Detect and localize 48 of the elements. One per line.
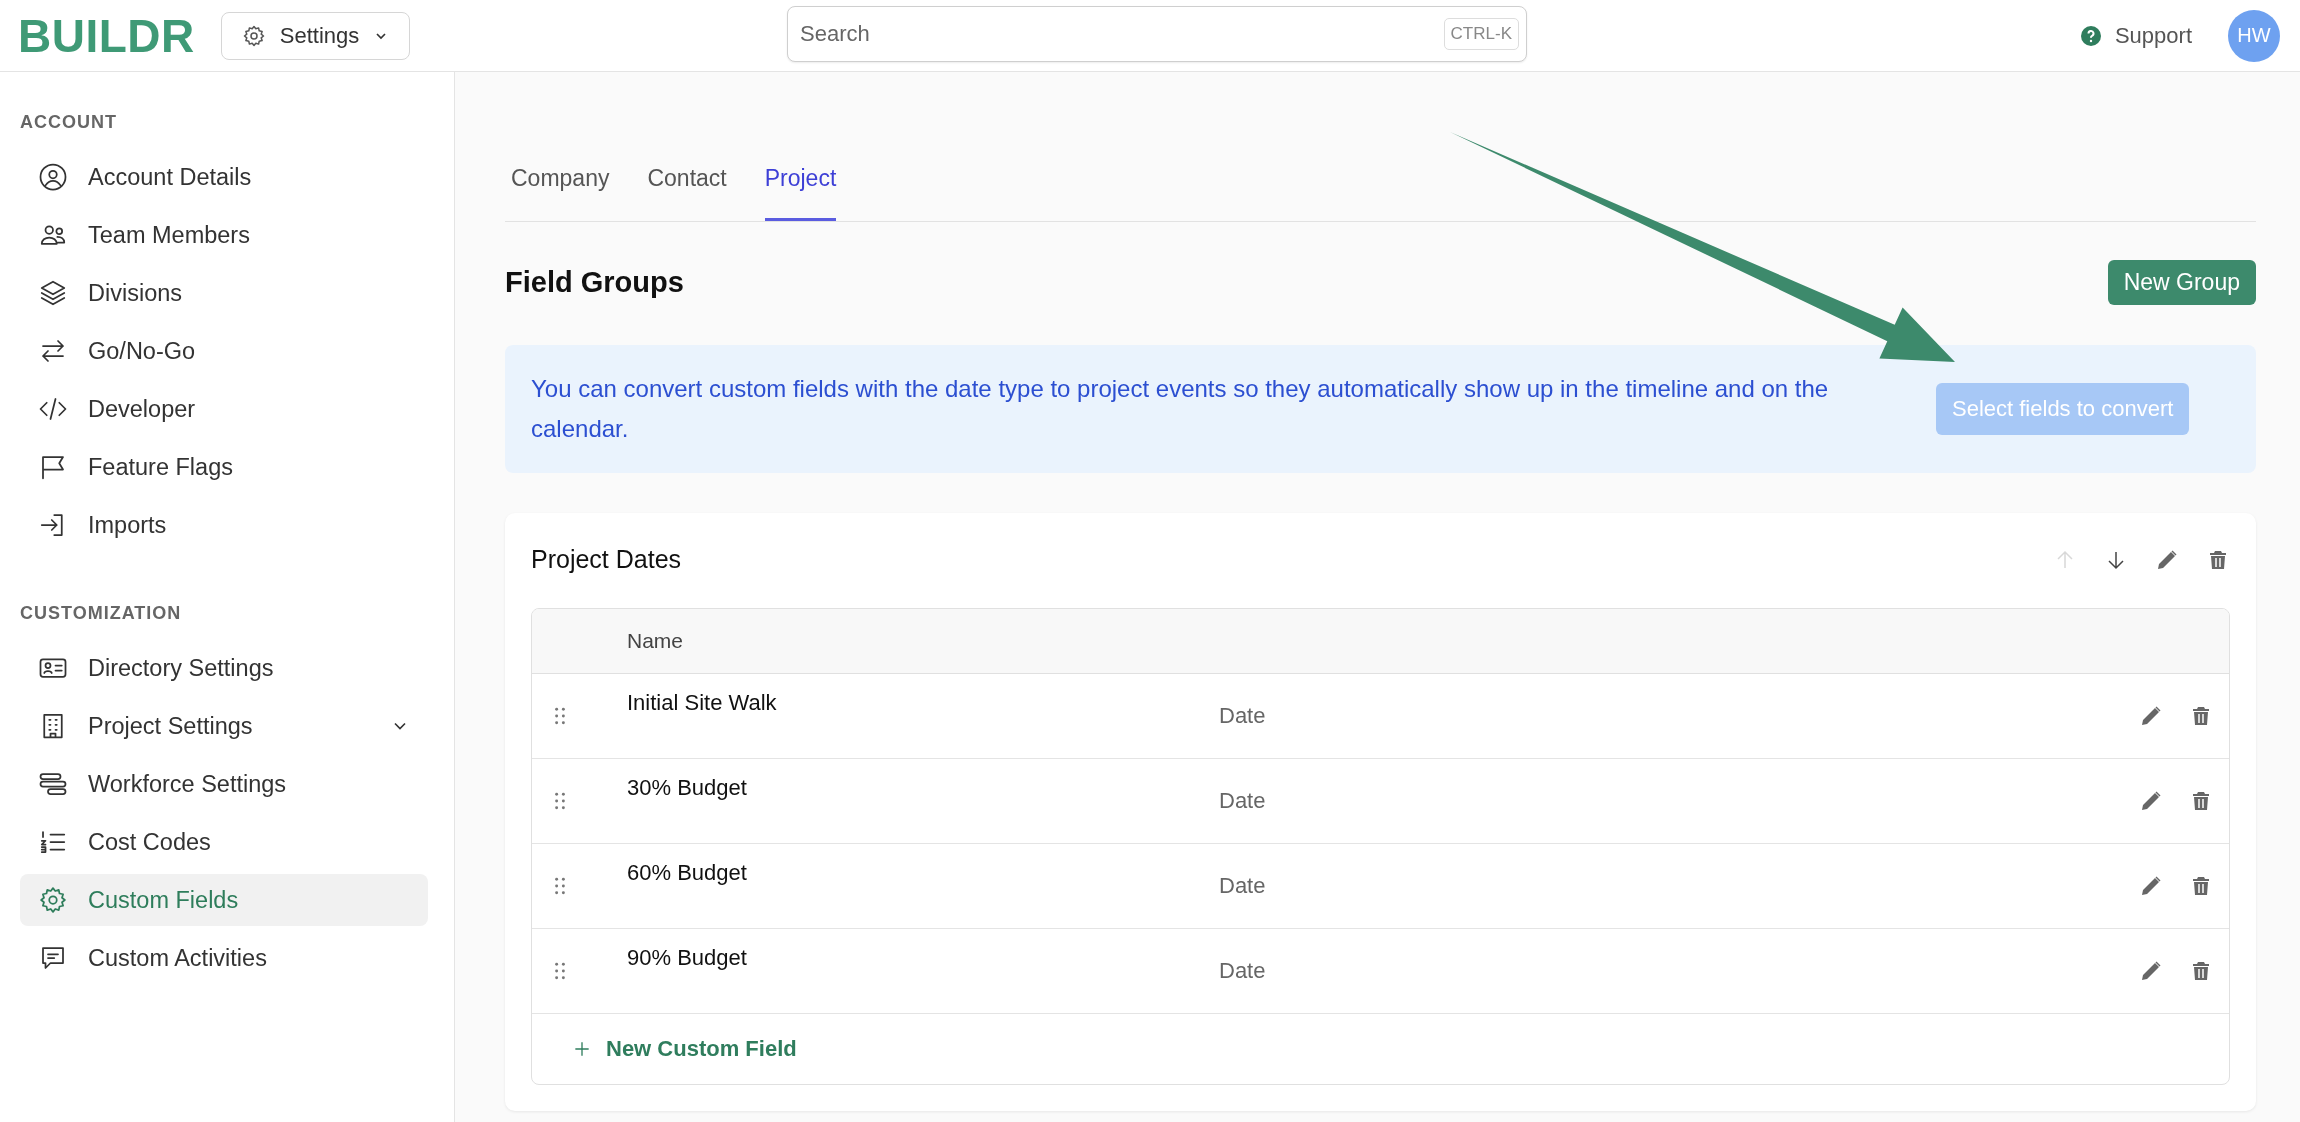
field-type: Date xyxy=(1219,788,1267,814)
new-custom-field-link[interactable]: New Custom Field xyxy=(572,1036,797,1062)
sidebar-item[interactable]: Imports xyxy=(20,499,428,551)
sidebar-item[interactable]: Project Settings xyxy=(20,700,428,752)
pencil-icon[interactable] xyxy=(2139,789,2163,813)
sidebar-item[interactable]: Custom Fields xyxy=(20,874,428,926)
sidebar-item[interactable]: Account Details xyxy=(20,151,428,203)
field-name: Initial Site Walk xyxy=(627,690,778,716)
pencil-icon[interactable] xyxy=(2139,959,2163,983)
pencil-icon[interactable] xyxy=(2139,874,2163,898)
sidebar-item[interactable]: Cost Codes xyxy=(20,816,428,868)
drag-handle-icon[interactable] xyxy=(554,707,566,725)
settings-icon xyxy=(241,23,266,48)
sidebar-item[interactable]: Feature Flags xyxy=(20,441,428,493)
sidebar-item[interactable]: Workforce Settings xyxy=(20,758,428,810)
sidebar-section-heading: CUSTOMIZATION xyxy=(20,603,183,625)
field-name: 90% Budget xyxy=(627,945,748,971)
tab[interactable]: Contact xyxy=(647,165,727,221)
column-header: Name xyxy=(627,629,684,653)
layers-icon xyxy=(38,278,68,308)
gear-icon xyxy=(38,885,68,915)
plus-icon xyxy=(572,1039,592,1059)
pencil-icon[interactable] xyxy=(2139,704,2163,728)
info-text: You can convert custom fields with the date type to project events so they automatically show up in the timeline and on the calendar. xyxy=(531,374,1830,444)
settings-menu-button[interactable]: Settings xyxy=(220,11,411,60)
field-type: Date xyxy=(1219,703,1267,729)
drag-handle-icon[interactable] xyxy=(554,877,566,895)
field-name: 60% Budget xyxy=(627,860,748,886)
field-name: 30% Budget xyxy=(627,775,748,801)
tab[interactable]: Company xyxy=(511,165,610,221)
help-icon xyxy=(2078,23,2103,48)
drag-handle-icon[interactable] xyxy=(554,962,566,980)
sidebar-item[interactable]: Custom Activities xyxy=(20,932,428,984)
group-title: Project Dates xyxy=(531,545,682,574)
new-group-button[interactable]: New Group xyxy=(2107,260,2256,305)
sidebar-item[interactable]: Directory Settings xyxy=(20,642,428,694)
sidebar-section-heading: ACCOUNT xyxy=(20,112,118,134)
sidebar-item[interactable]: Team Members xyxy=(20,209,428,261)
tab[interactable]: Project xyxy=(764,165,837,221)
sidebar-item[interactable]: Developer xyxy=(20,383,428,435)
support-link[interactable]: Support xyxy=(2078,22,2192,49)
field-type: Date xyxy=(1219,958,1267,984)
field-type: Date xyxy=(1219,873,1267,899)
sidebar-item[interactable]: Divisions xyxy=(20,267,428,319)
keyboard-shortcut-hint: CTRL-K xyxy=(1443,18,1519,50)
sidebar-item[interactable]: Go/No-Go xyxy=(20,325,428,377)
drag-handle-icon[interactable] xyxy=(554,792,566,810)
section-title: Field Groups xyxy=(505,266,684,299)
